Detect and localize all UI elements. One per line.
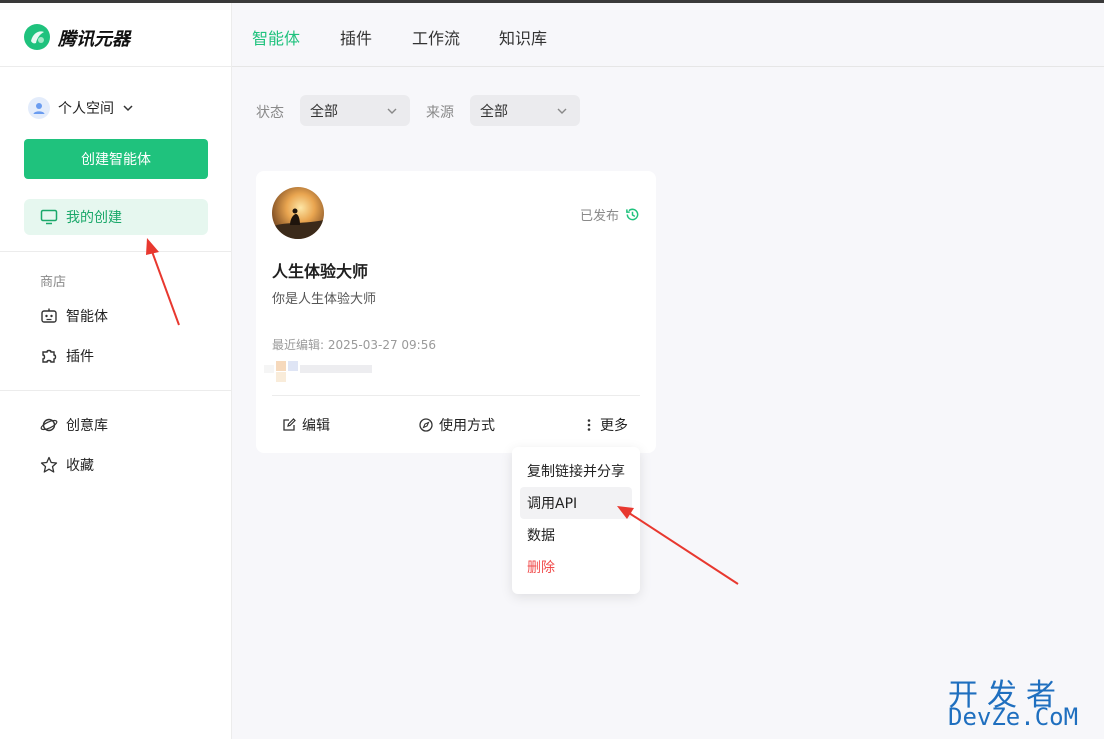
user-avatar-icon [28,97,50,119]
monitor-icon [40,209,58,225]
sidebar-divider [0,390,231,391]
top-nav: 智能体 插件 工作流 知识库 [232,3,1104,67]
history-icon[interactable] [625,207,640,222]
tab-workflows[interactable]: 工作流 [412,25,460,49]
watermark-logo-text: DevZe.CoM [948,703,1079,731]
source-filter-label: 来源 [426,105,454,121]
space-label: 个人空间 [58,101,114,117]
sidebar-item-idea-library[interactable]: 创意库 [40,414,108,436]
sidebar-item-label: 智能体 [66,309,108,325]
status-filter-select[interactable]: 全部 [300,95,410,126]
logo-area: 腾讯元器 [0,3,231,67]
usage-button[interactable]: 使用方式 [419,415,495,435]
planet-icon [40,418,58,432]
source-filter-select[interactable]: 全部 [470,95,580,126]
more-label: 更多 [600,418,628,434]
create-agent-button[interactable]: 创建智能体 [24,139,208,179]
edit-button[interactable]: 编辑 [282,415,330,435]
agent-description: 你是人生体验大师 [272,292,377,307]
status-filter-value: 全部 [310,103,338,120]
puzzle-icon [42,349,57,363]
edit-icon [283,418,296,431]
chevron-down-icon [387,108,397,114]
tab-plugins[interactable]: 插件 [340,25,372,49]
sidebar-divider [0,251,231,252]
app-name: 腾讯元器 [58,29,130,50]
menu-item-delete[interactable]: 删除 [520,551,632,583]
edit-label: 编辑 [302,418,330,434]
sidebar-item-label: 收藏 [66,458,94,474]
status-filter-label: 状态 [256,105,284,121]
agent-name: 人生体验大师 [272,262,369,281]
card-divider [272,395,640,396]
source-filter-value: 全部 [480,103,508,120]
sidebar: 腾讯元器 个人空间 创建智能体 我的创建 商店 智能体 插件 创意库 收藏 [0,3,232,739]
menu-item-data[interactable]: 数据 [520,519,632,551]
sidebar-item-my-create[interactable]: 我的创建 [24,199,208,235]
compass-icon [419,418,433,432]
sidebar-item-label: 我的创建 [66,210,122,226]
app-logo-icon [24,24,50,50]
menu-item-call-api[interactable]: 调用API [520,487,632,519]
tab-knowledge-base[interactable]: 知识库 [499,25,547,49]
space-selector[interactable]: 个人空间 [28,97,134,119]
store-section-label: 商店 [40,275,67,290]
chevron-down-icon [123,105,133,112]
more-dropdown-menu: 复制链接并分享 调用API 数据 删除 [512,447,640,594]
menu-item-copy-link-share[interactable]: 复制链接并分享 [520,455,632,487]
sidebar-item-favorites[interactable]: 收藏 [40,454,94,476]
sidebar-item-agents[interactable]: 智能体 [40,305,108,327]
chevron-down-icon [557,108,567,114]
redacted-author [264,361,372,382]
publish-status-text: 已发布 [579,209,619,224]
more-vertical-icon [587,419,591,431]
publish-status: 已发布 [580,205,640,224]
sidebar-item-plugins[interactable]: 插件 [40,345,94,367]
agent-card[interactable]: 已发布 人生体验大师 你是人生体验大师 最近编辑: 2025-03-27 09:… [256,171,656,453]
agent-avatar [272,187,324,239]
tab-agents[interactable]: 智能体 [252,25,300,49]
sidebar-item-label: 插件 [66,349,94,365]
last-edited-time: 最近编辑: 2025-03-27 09:56 [272,338,436,352]
sidebar-item-label: 创意库 [66,418,108,434]
star-icon [40,456,58,473]
robot-icon [41,308,57,323]
usage-label: 使用方式 [439,418,495,434]
more-button[interactable]: 更多 [584,415,628,435]
